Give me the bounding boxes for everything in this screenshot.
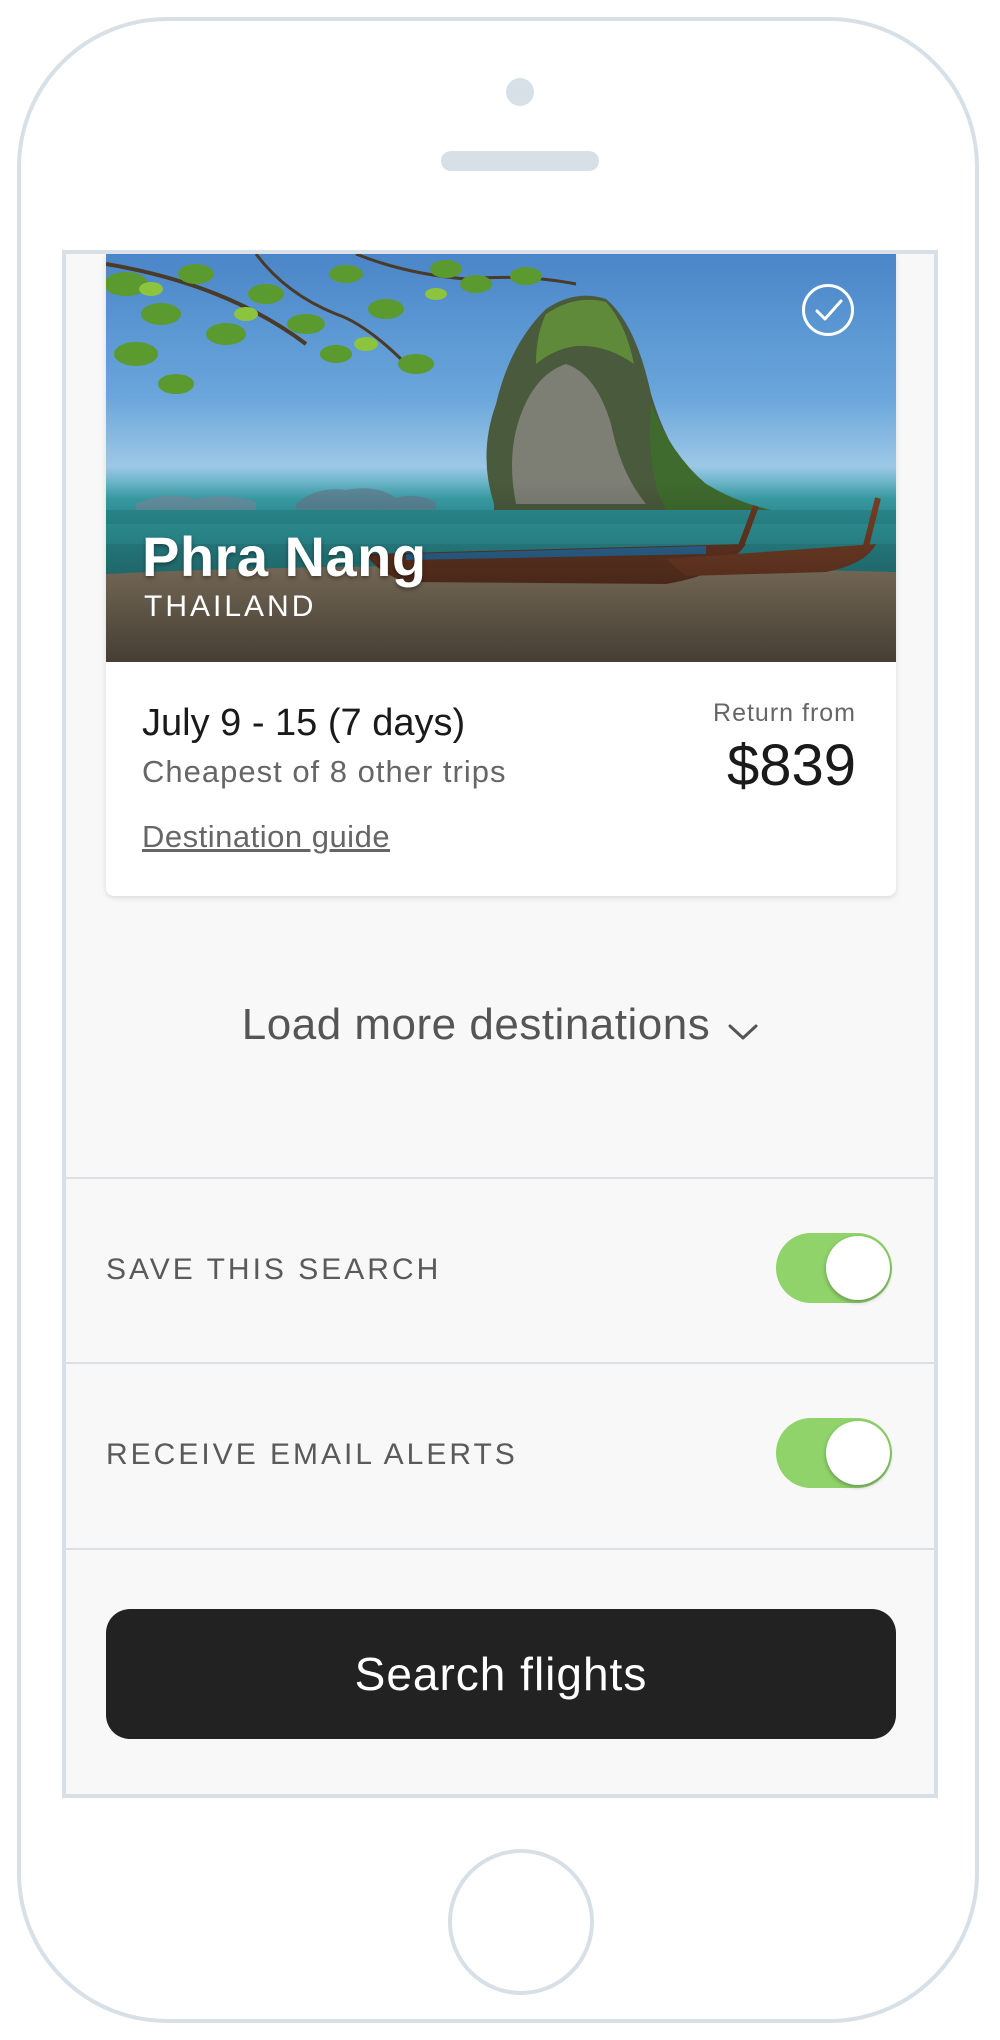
load-more-label: Load more destinations bbox=[241, 1000, 711, 1049]
destination-country: THAILAND bbox=[144, 590, 317, 623]
load-more-button[interactable]: Load more destinations bbox=[66, 1000, 934, 1052]
toggle-knob bbox=[826, 1236, 890, 1300]
trip-price: $839 bbox=[726, 733, 856, 798]
email-alerts-toggle[interactable] bbox=[776, 1418, 892, 1488]
save-search-toggle[interactable] bbox=[776, 1233, 892, 1303]
home-button[interactable] bbox=[448, 1849, 594, 1995]
selected-check-icon[interactable] bbox=[802, 284, 854, 336]
email-alerts-row: RECEIVE EMAIL ALERTS bbox=[66, 1364, 934, 1546]
destination-card[interactable]: Phra Nang THAILAND July 9 - 15 (7 days) … bbox=[106, 254, 896, 896]
app-screen: Phra Nang THAILAND July 9 - 15 (7 days) … bbox=[62, 250, 938, 1798]
destination-guide-link[interactable]: Destination guide bbox=[142, 819, 390, 855]
destination-name: Phra Nang bbox=[142, 525, 427, 588]
speaker-grille bbox=[441, 151, 599, 171]
trip-dates: July 9 - 15 (7 days) bbox=[142, 702, 466, 744]
search-flights-button[interactable]: Search flights bbox=[106, 1609, 896, 1739]
return-from-label: Return from bbox=[713, 699, 856, 727]
cheapest-note: Cheapest of 8 other trips bbox=[142, 754, 507, 789]
save-search-row: SAVE THIS SEARCH bbox=[66, 1179, 934, 1361]
divider bbox=[66, 1548, 934, 1550]
email-alerts-label: RECEIVE EMAIL ALERTS bbox=[106, 1438, 518, 1471]
camera-dot bbox=[506, 78, 534, 106]
save-search-label: SAVE THIS SEARCH bbox=[106, 1253, 442, 1286]
toggle-knob bbox=[826, 1421, 890, 1485]
destination-photo: Phra Nang THAILAND bbox=[106, 254, 896, 662]
chevron-down-icon bbox=[728, 1002, 758, 1052]
